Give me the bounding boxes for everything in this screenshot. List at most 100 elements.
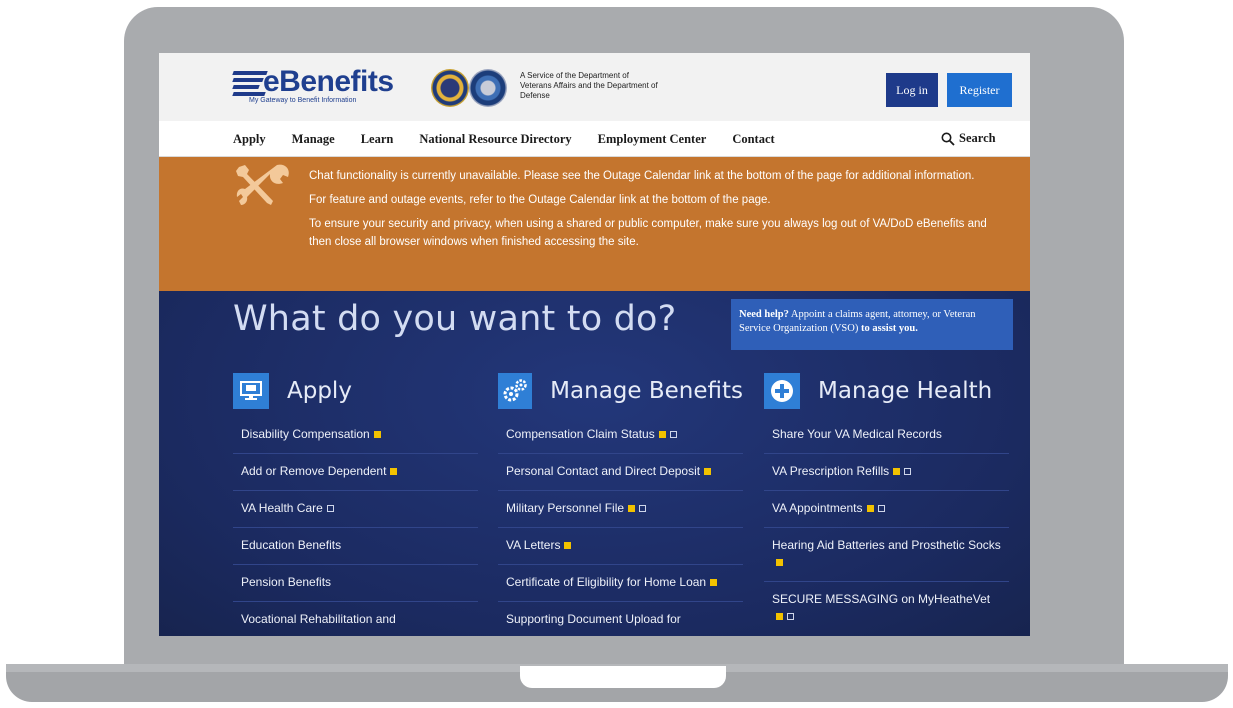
agency-note: A Service of the Department of Veterans …	[520, 71, 658, 100]
apply-links: Disability Compensation Add or Remove De…	[233, 417, 478, 636]
ebenefits-logo[interactable]: eBenefits My Gateway to Benefit Informat…	[232, 65, 403, 111]
gears-icon	[498, 373, 533, 409]
link-label: Hearing Aid Batteries and Prosthetic Soc…	[772, 538, 1001, 552]
secure-icon	[704, 468, 712, 475]
list-item[interactable]: VA Letters	[498, 528, 743, 565]
site-header: eBenefits My Gateway to Benefit Informat…	[159, 53, 1030, 121]
list-item[interactable]: Certificate of Eligibility for Home Loan	[498, 565, 743, 602]
link-label: VA Health Care	[241, 501, 323, 515]
main-nav: Apply Manage Learn National Resource Dir…	[159, 121, 1030, 157]
list-item[interactable]: Vocational Rehabilitation and	[233, 602, 478, 636]
logo-text: eBenefits	[263, 65, 394, 98]
list-item[interactable]: VA Appointments	[764, 491, 1009, 528]
nav-item-contact[interactable]: Contact	[732, 132, 774, 147]
list-item[interactable]: VA Health Care	[233, 491, 478, 528]
external-link-icon	[877, 505, 885, 512]
secure-icon	[776, 613, 783, 620]
tools-icon	[236, 164, 289, 205]
manage-benefits-title: Manage Benefits	[550, 378, 743, 404]
manage-health-title: Manage Health	[818, 378, 993, 404]
secure-icon	[866, 505, 874, 512]
outage-alert: Chat functionality is currently unavaila…	[159, 157, 1030, 291]
login-button[interactable]: Log in	[886, 73, 938, 107]
secure-icon	[628, 505, 636, 512]
secure-icon	[564, 542, 572, 549]
dod-seal-icon	[469, 69, 507, 107]
nav-item-employment-center[interactable]: Employment Center	[598, 132, 707, 147]
link-label: Add or Remove Dependent	[241, 464, 387, 478]
list-item[interactable]: SECURE MESSAGING on MyHeatheVet	[764, 582, 1009, 635]
alert-message: To ensure your security and privacy, whe…	[309, 218, 987, 248]
link-label: Supporting Document Upload for	[506, 612, 681, 626]
alert-messages: Chat functionality is currently unavaila…	[309, 167, 1009, 257]
register-button[interactable]: Register	[947, 73, 1012, 107]
link-label: Education Benefits	[241, 538, 342, 552]
secure-icon	[373, 431, 381, 438]
laptop-notch	[520, 666, 726, 688]
list-item[interactable]: Personal Contact and Direct Deposit	[498, 454, 743, 491]
alert-message: Chat functionality is currently unavaila…	[309, 170, 975, 182]
link-label: VA Prescription Refills	[772, 464, 890, 478]
help-link[interactable]: to assist you.	[861, 323, 918, 334]
secure-icon	[710, 579, 718, 586]
list-item[interactable]: Share Your VA Medical Records	[764, 417, 1009, 454]
external-link-icon	[787, 613, 794, 620]
list-item[interactable]: Disability Compensation	[233, 417, 478, 454]
secure-icon	[776, 559, 783, 566]
manage-benefits-links: Compensation Claim Status Personal Conta…	[498, 417, 743, 636]
manage-benefits-column: Manage Benefits Compensation Claim Statu…	[498, 371, 743, 636]
agency-seals	[431, 69, 509, 107]
search-button[interactable]: Search	[941, 131, 996, 146]
external-link-icon	[326, 505, 334, 512]
laptop-screen: eBenefits My Gateway to Benefit Informat…	[159, 53, 1030, 636]
monitor-icon	[233, 373, 269, 409]
va-seal-icon	[431, 69, 469, 107]
apply-header: Apply	[233, 371, 478, 411]
list-item[interactable]: Supporting Document Upload for	[498, 602, 743, 636]
alert-message: For feature and outage events, refer to …	[309, 194, 771, 206]
manage-health-links: Share Your VA Medical Records VA Prescri…	[764, 417, 1009, 635]
apply-column: Apply Disability Compensation Add or Rem…	[233, 371, 478, 636]
list-item[interactable]: Compensation Claim Status	[498, 417, 743, 454]
secure-icon	[390, 468, 398, 475]
link-label: VA Appointments	[772, 501, 863, 515]
list-item[interactable]: Hearing Aid Batteries and Prosthetic Soc…	[764, 528, 1009, 582]
link-label: VA Letters	[506, 538, 561, 552]
plus-circle-icon	[764, 373, 800, 409]
nav-item-national-resource-directory[interactable]: National Resource Directory	[419, 132, 571, 147]
list-item[interactable]: Pension Benefits	[233, 565, 478, 602]
manage-benefits-header: Manage Benefits	[498, 371, 743, 411]
main-content: What do you want to do? Need help? Appoi…	[159, 291, 1030, 636]
link-label: Personal Contact and Direct Deposit	[506, 464, 701, 478]
logo-tagline: My Gateway to Benefit Information	[249, 97, 357, 104]
nav-item-manage[interactable]: Manage	[292, 132, 335, 147]
secure-icon	[893, 468, 901, 475]
apply-title: Apply	[287, 378, 352, 404]
list-item[interactable]: VA Prescription Refills	[764, 454, 1009, 491]
page-title: What do you want to do?	[233, 299, 677, 339]
external-link-icon	[904, 468, 912, 475]
link-label: Share Your VA Medical Records	[772, 427, 942, 441]
nav-item-learn[interactable]: Learn	[361, 132, 394, 147]
link-label: Compensation Claim Status	[506, 427, 655, 441]
link-label: Pension Benefits	[241, 575, 332, 589]
link-label: Military Personnel File	[506, 501, 625, 515]
secure-icon	[658, 431, 666, 438]
manage-health-header: Manage Health	[764, 371, 1009, 411]
link-label: Disability Compensation	[241, 427, 370, 441]
need-help-box[interactable]: Need help? Appoint a claims agent, attor…	[731, 299, 1013, 350]
help-lead: Need help?	[739, 309, 789, 320]
list-item[interactable]: Education Benefits	[233, 528, 478, 565]
list-item[interactable]: Add or Remove Dependent	[233, 454, 478, 491]
link-label: Certificate of Eligibility for Home Loan	[506, 575, 707, 589]
list-item[interactable]: Military Personnel File	[498, 491, 743, 528]
link-label: SECURE MESSAGING on MyHeatheVet	[772, 592, 991, 606]
manage-health-column: Manage Health Share Your VA Medical Reco…	[764, 371, 1009, 635]
external-link-icon	[639, 505, 647, 512]
nav-items: Apply Manage Learn National Resource Dir…	[233, 121, 801, 157]
nav-item-apply[interactable]: Apply	[233, 132, 266, 147]
link-label: Vocational Rehabilitation and	[241, 612, 396, 626]
external-link-icon	[669, 431, 677, 438]
search-label: Search	[959, 131, 996, 145]
search-icon	[941, 132, 955, 146]
